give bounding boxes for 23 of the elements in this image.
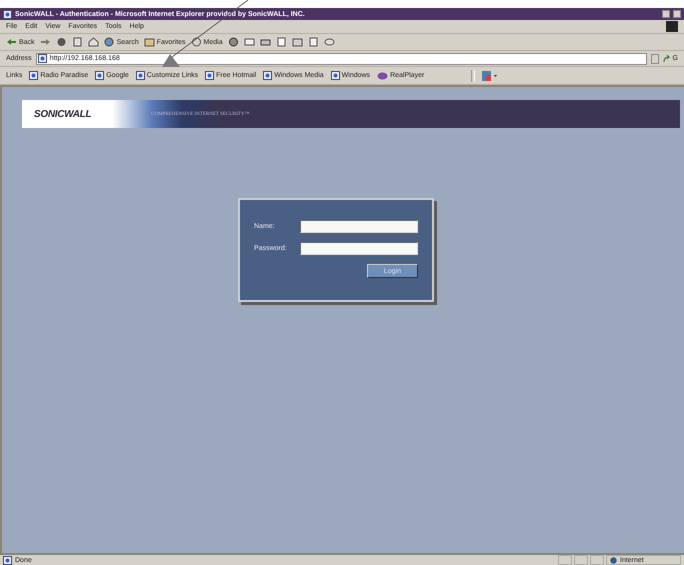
toolbar-button[interactable]	[308, 37, 319, 47]
status-pane	[558, 555, 572, 565]
logo: SONICWALL	[34, 108, 92, 120]
status-pane	[574, 555, 588, 565]
back-arrow-icon	[6, 37, 17, 47]
toolbar-button[interactable]	[88, 37, 99, 47]
forward-arrow-icon	[40, 37, 51, 47]
input-field[interactable]	[300, 242, 418, 255]
home-icon	[88, 37, 99, 47]
page-icon	[3, 10, 12, 18]
page-icon	[330, 71, 340, 80]
page-icon	[38, 54, 47, 63]
page-icon	[95, 71, 104, 80]
toolbar-icon[interactable]	[482, 70, 498, 80]
page-icon	[205, 71, 214, 80]
page-icon	[308, 37, 319, 47]
go-arrow-icon	[662, 54, 671, 62]
page-icon	[263, 71, 272, 80]
page-icon	[29, 71, 38, 80]
status-pane	[590, 555, 604, 565]
page-icon	[3, 556, 12, 564]
page-icon	[136, 71, 145, 80]
input-field[interactable]	[300, 220, 418, 233]
